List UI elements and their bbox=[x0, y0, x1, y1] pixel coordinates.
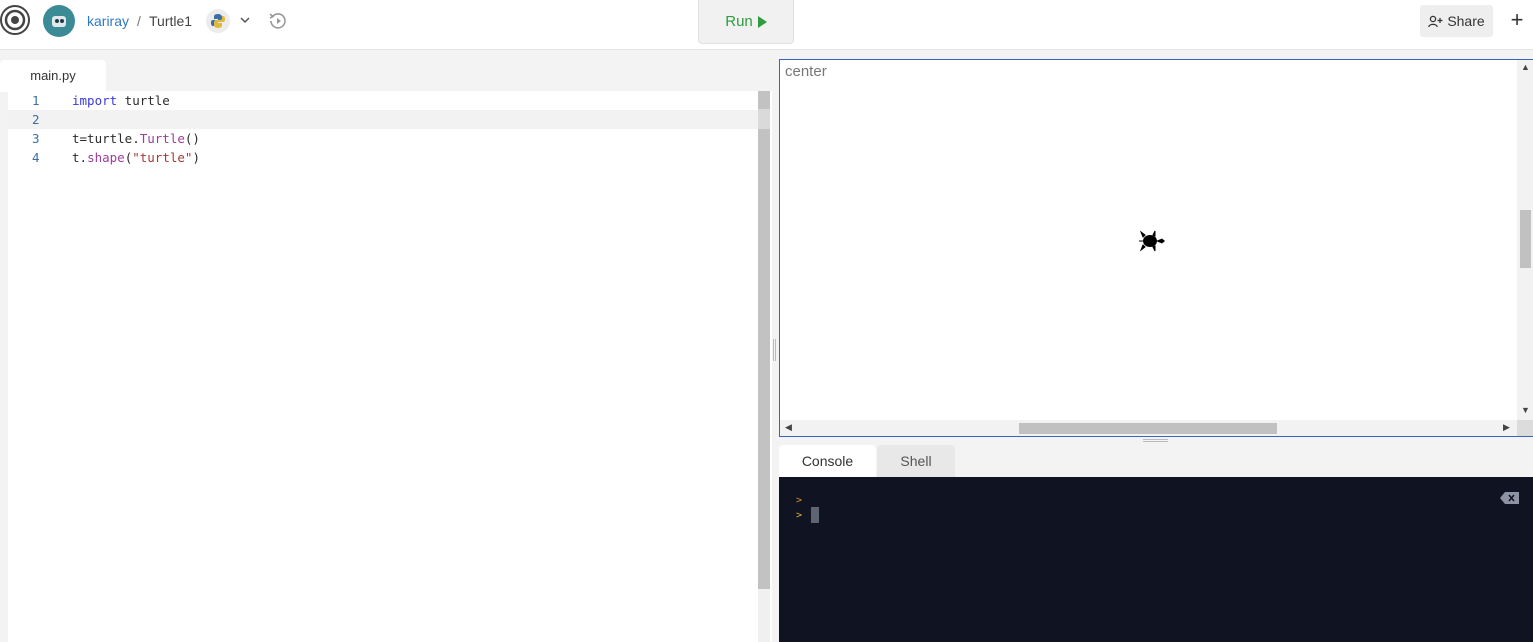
scroll-corner bbox=[1517, 420, 1533, 436]
code-line[interactable]: 3 t=turtle.Turtle() bbox=[8, 129, 758, 148]
scroll-down-icon[interactable]: ▼ bbox=[1521, 405, 1530, 415]
canvas-vscroll-thumb[interactable] bbox=[1520, 210, 1531, 268]
horizontal-resize-handle[interactable] bbox=[1143, 439, 1168, 442]
turtle-canvas-panel[interactable]: center ▲ ▼ ◀ ▶ bbox=[779, 59, 1533, 437]
canvas-title: center bbox=[785, 63, 827, 80]
add-button[interactable]: + bbox=[1506, 7, 1528, 33]
canvas-hscroll-thumb[interactable] bbox=[1019, 423, 1277, 434]
share-label: Share bbox=[1447, 13, 1485, 29]
code-editor[interactable]: 1 import turtle 2 3 t=turtle.Turtle() 4 … bbox=[8, 91, 772, 642]
code-text: import turtle bbox=[72, 93, 170, 108]
line-number: 2 bbox=[32, 112, 40, 127]
breadcrumb-separator: / bbox=[137, 13, 141, 29]
code-text: t=turtle.Turtle() bbox=[72, 131, 200, 146]
add-user-icon bbox=[1428, 15, 1443, 27]
line-number: 3 bbox=[32, 131, 40, 146]
editor-scrollbar-thumb[interactable] bbox=[758, 91, 770, 589]
chevron-down-icon[interactable] bbox=[238, 13, 252, 27]
run-label: Run bbox=[725, 13, 753, 30]
code-line[interactable]: 4 t.shape("turtle") bbox=[8, 148, 758, 167]
top-bar: kariray / Turtle1 Run Share + bbox=[0, 0, 1533, 50]
console-prompt: > bbox=[796, 495, 803, 506]
run-button[interactable]: Run bbox=[698, 0, 794, 44]
breadcrumb-project[interactable]: Turtle1 bbox=[149, 13, 192, 29]
code-line[interactable]: 1 import turtle bbox=[8, 91, 758, 110]
user-avatar[interactable] bbox=[43, 5, 75, 37]
tab-shell[interactable]: Shell bbox=[877, 445, 955, 477]
history-icon[interactable] bbox=[267, 10, 289, 32]
play-icon bbox=[757, 15, 767, 28]
python-language-icon[interactable] bbox=[206, 9, 230, 33]
share-button[interactable]: Share bbox=[1420, 5, 1493, 37]
vertical-resize-handle[interactable] bbox=[773, 339, 776, 361]
robot-avatar-icon bbox=[52, 16, 66, 27]
turtle-icon bbox=[1139, 230, 1165, 252]
clear-console-icon[interactable] bbox=[1500, 492, 1520, 504]
code-text: t.shape("turtle") bbox=[72, 150, 200, 165]
scroll-up-icon[interactable]: ▲ bbox=[1521, 62, 1530, 72]
line-number: 4 bbox=[32, 150, 40, 165]
breadcrumb-user[interactable]: kariray bbox=[87, 13, 129, 29]
replit-logo-icon[interactable] bbox=[0, 5, 31, 36]
line-number: 1 bbox=[32, 93, 40, 108]
scroll-left-icon[interactable]: ◀ bbox=[785, 422, 792, 433]
console-output[interactable]: > > bbox=[779, 477, 1533, 642]
scroll-right-icon[interactable]: ▶ bbox=[1503, 422, 1510, 433]
code-line-active[interactable]: 2 bbox=[8, 110, 758, 129]
console-prompt: > bbox=[796, 510, 803, 521]
canvas-horizontal-scrollbar[interactable]: ◀ ▶ bbox=[780, 420, 1517, 436]
tab-console[interactable]: Console bbox=[779, 445, 876, 477]
tab-main-py[interactable]: main.py bbox=[0, 60, 106, 92]
editor-scroll-marker bbox=[758, 109, 770, 129]
canvas-vertical-scrollbar[interactable]: ▲ ▼ bbox=[1517, 60, 1533, 420]
console-tabs: Console Shell bbox=[779, 445, 1533, 477]
console-cursor bbox=[811, 507, 819, 523]
